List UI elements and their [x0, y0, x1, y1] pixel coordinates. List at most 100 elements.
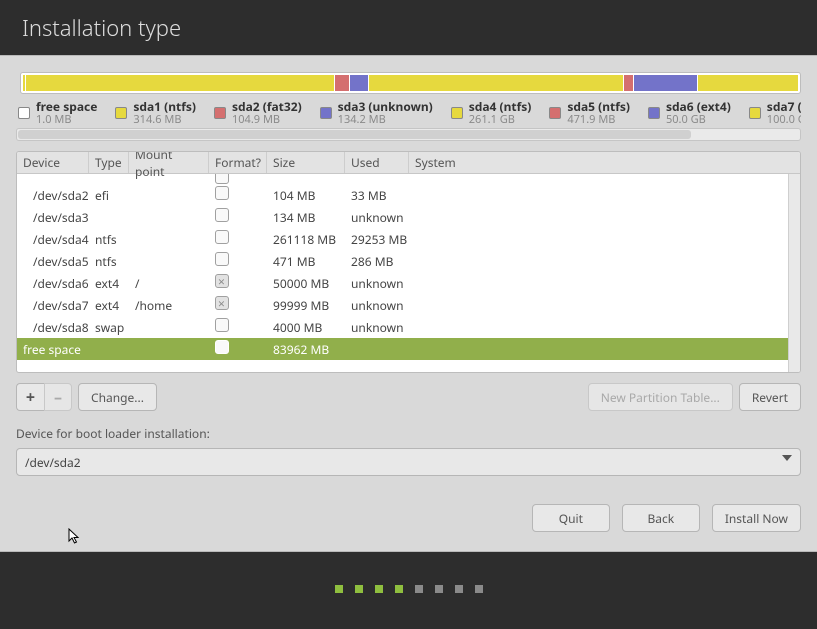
format-checkbox[interactable] [215, 186, 229, 200]
format-checkbox[interactable] [215, 274, 229, 288]
progress-dot [375, 585, 383, 593]
scrollbar-thumb[interactable] [18, 130, 691, 139]
cell-device: free space [23, 341, 95, 358]
table-row[interactable]: /dev/sda8swap 4000 MBunknown [17, 316, 800, 338]
col-used[interactable]: Used [345, 152, 409, 173]
cell-used: unknown [351, 209, 415, 226]
cell-used: unknown [351, 319, 415, 336]
cell-format [215, 186, 273, 204]
cell-size: 471 MB [273, 253, 351, 270]
legend-size: 471.9 MB [567, 114, 630, 127]
col-mount[interactable]: Mount point [129, 152, 209, 173]
partition-segment[interactable] [634, 75, 697, 91]
partition-bar [20, 72, 801, 94]
col-format[interactable]: Format? [209, 152, 267, 173]
boot-loader-value: /dev/sda2 [25, 454, 81, 471]
progress-dot [355, 585, 363, 593]
main-panel: free space 1.0 MB sda1 (ntfs)314.6 MB sda2 … [0, 55, 817, 552]
format-checkbox[interactable] [215, 230, 229, 244]
partition-segment[interactable] [23, 75, 25, 91]
table-header: Device Type Mount point Format? Size Use… [17, 152, 800, 174]
format-checkbox[interactable] [215, 318, 229, 332]
legend-item: sda2 (fat32)104.9 MB [214, 100, 302, 126]
add-button[interactable]: + [16, 383, 44, 411]
partition-segment[interactable] [369, 75, 623, 91]
cell-mount: / [135, 275, 215, 292]
table-row[interactable]: free space 83962 MB [17, 338, 800, 360]
cell-type: swap [95, 319, 135, 336]
table-vscroll[interactable] [788, 174, 800, 372]
boot-loader-label: Device for boot loader installation: [16, 425, 801, 442]
cell-device: /dev/sda7 [23, 297, 95, 314]
legend-swatch [115, 107, 127, 119]
table-row[interactable]: /dev/sda4ntfs261118 MB29253 MB [17, 228, 800, 250]
back-button[interactable]: Back [622, 504, 700, 532]
cell-device: /dev/sda4 [23, 231, 95, 248]
cell-device: /dev/sda3 [23, 209, 95, 226]
legend-swatch [214, 107, 226, 119]
cell-size: 261118 MB [273, 231, 351, 248]
progress-dots [0, 585, 817, 593]
remove-button[interactable]: – [44, 383, 72, 411]
legend-item: sda3 (unknown)134.2 MB [320, 100, 433, 126]
legend-swatch [18, 107, 30, 119]
legend-size: 261.1 GB [469, 114, 532, 127]
cell-size: 83962 MB [273, 341, 351, 358]
legend-item: sda7 (e100.0 GB [749, 100, 801, 126]
format-checkbox[interactable] [215, 174, 229, 184]
partition-legend: free space1.0 MBsda1 (ntfs)314.6 MBsda2 … [18, 100, 801, 126]
partition-segment[interactable] [335, 75, 349, 91]
cell-format [215, 252, 273, 270]
partition-segment[interactable] [26, 75, 334, 91]
toolbar: + – Change... New Partition Table... Rev… [16, 383, 801, 411]
format-checkbox[interactable] [215, 340, 229, 354]
legend-size: 134.2 MB [338, 114, 433, 127]
col-size[interactable]: Size [267, 152, 345, 173]
boot-loader-combo[interactable]: /dev/sda2 [16, 448, 801, 476]
cell-type: ext4 [95, 297, 135, 314]
progress-dot [395, 585, 403, 593]
col-system[interactable]: System [409, 152, 800, 173]
table-row[interactable]: /dev/sda2efi104 MB33 MB [17, 184, 800, 206]
table-row[interactable]: /dev/sda3134 MBunknown [17, 206, 800, 228]
table-row[interactable]: /dev/sda7ext4/home99999 MBunknown [17, 294, 800, 316]
partition-segment[interactable] [624, 75, 633, 91]
chevron-down-icon [782, 455, 792, 461]
page-title: Installation type [22, 13, 181, 43]
table-body: /dev/sda2efi104 MB33 MB/dev/sda3134 MBun… [17, 174, 800, 372]
legend-scrollbar[interactable] [16, 128, 801, 141]
legend-size: 1.0 MB [36, 114, 97, 127]
table-row[interactable]: /dev/sda6ext4/ 50000 MBunknown [17, 272, 800, 294]
cell-format [215, 296, 273, 314]
cell-type: ext4 [95, 275, 135, 292]
quit-button[interactable]: Quit [532, 504, 610, 532]
col-device[interactable]: Device [17, 152, 89, 173]
legend-swatch [749, 107, 761, 119]
cell-size: 50000 MB [273, 275, 351, 292]
cell-device: /dev/sda2 [23, 187, 95, 204]
format-checkbox[interactable] [215, 208, 229, 222]
partition-segment[interactable] [350, 75, 368, 91]
format-checkbox[interactable] [215, 252, 229, 266]
cell-device: /dev/sda6 [23, 275, 95, 292]
partition-segment[interactable] [698, 75, 798, 91]
revert-button[interactable]: Revert [739, 383, 801, 411]
cell-mount: /home [135, 297, 215, 314]
legend-size: 50.0 GB [666, 114, 731, 127]
change-button[interactable]: Change... [78, 383, 157, 411]
legend-item: sda1 (ntfs)314.6 MB [115, 100, 196, 126]
table-row[interactable]: /dev/sda5ntfs471 MB286 MB [17, 250, 800, 272]
progress-dot [415, 585, 423, 593]
legend-item: sda5 (ntfs)471.9 MB [549, 100, 630, 126]
cell-size: 99999 MB [273, 297, 351, 314]
cell-device: /dev/sda8 [23, 319, 95, 336]
cell-size: 4000 MB [273, 319, 351, 336]
progress-dot [475, 585, 483, 593]
cell-used: unknown [351, 275, 415, 292]
format-checkbox[interactable] [215, 296, 229, 310]
cell-type: ntfs [95, 231, 135, 248]
col-type[interactable]: Type [89, 152, 129, 173]
new-partition-table-button[interactable]: New Partition Table... [588, 383, 733, 411]
install-button[interactable]: Install Now [712, 504, 801, 532]
progress-dot [455, 585, 463, 593]
